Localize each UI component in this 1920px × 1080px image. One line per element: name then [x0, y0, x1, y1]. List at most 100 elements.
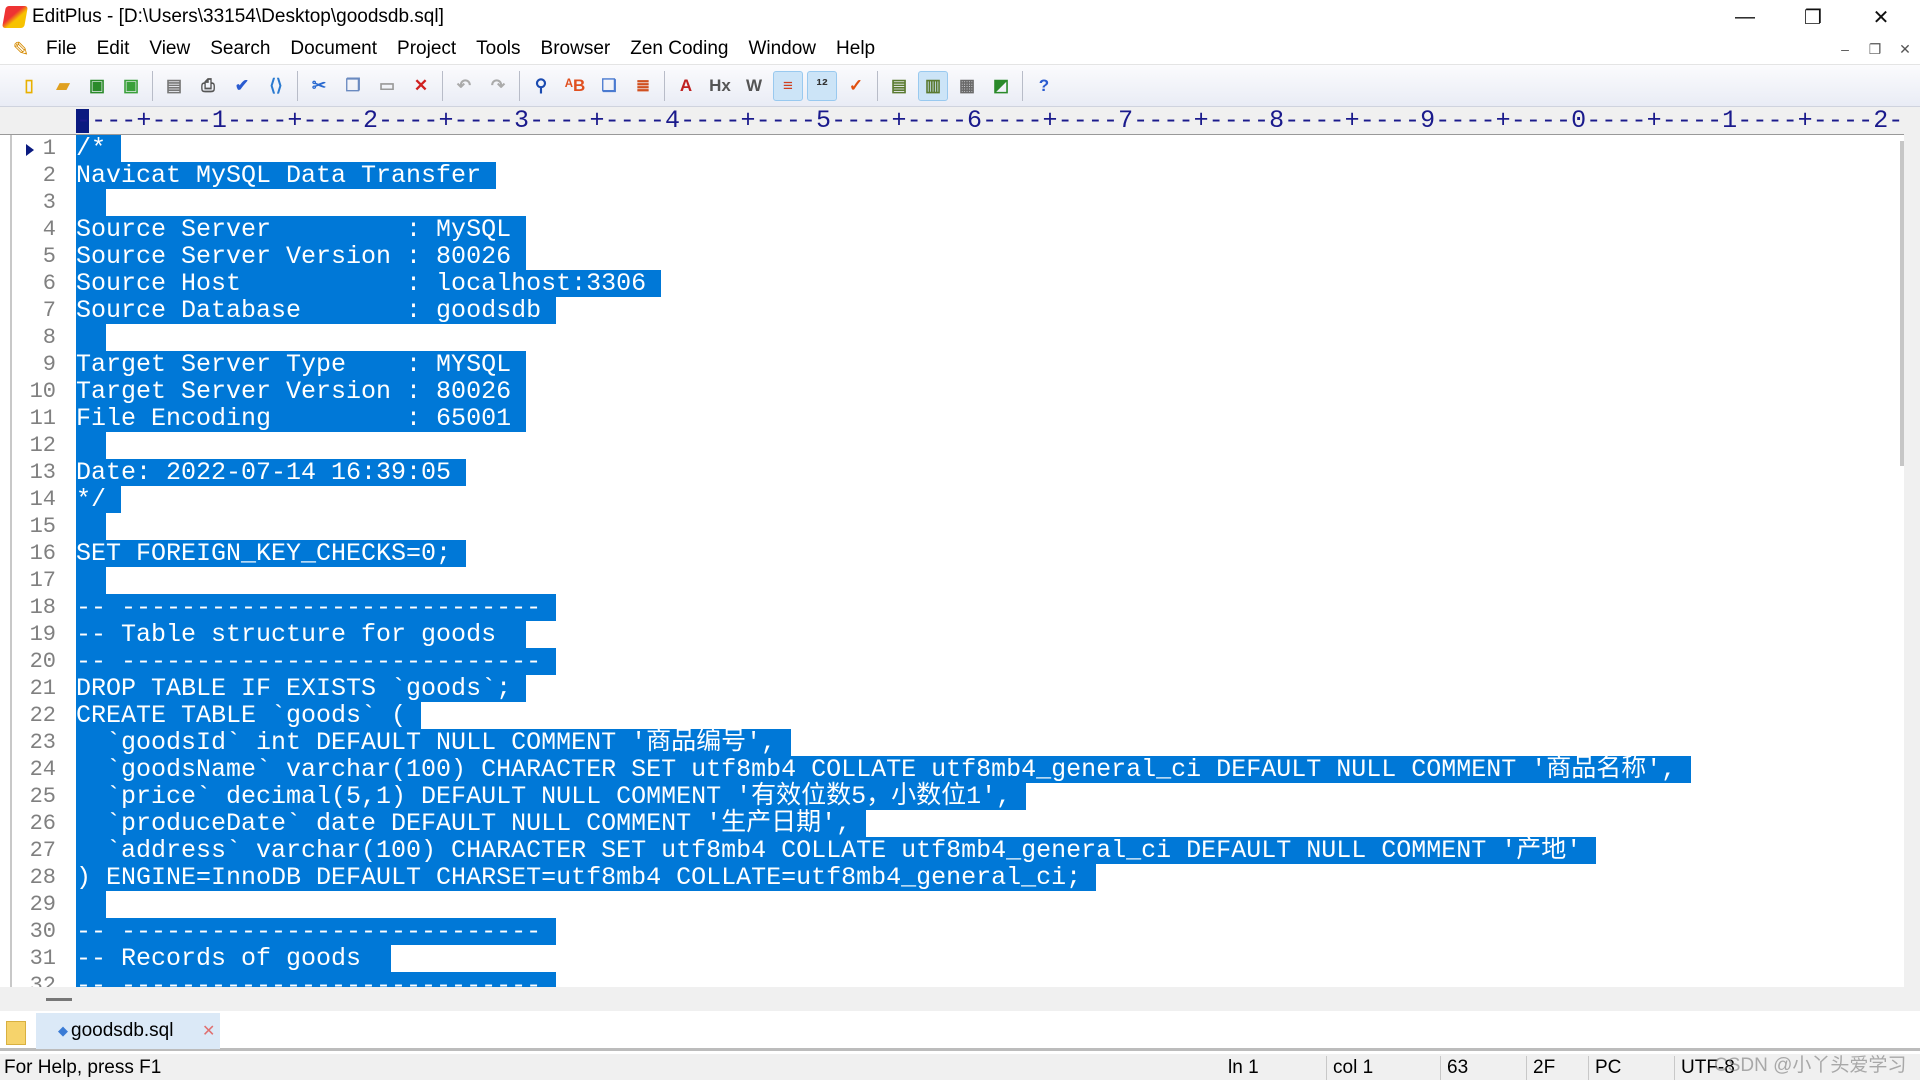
menu-file[interactable]: File	[36, 38, 87, 60]
menu-search[interactable]: Search	[200, 38, 280, 60]
browser-preview-icon[interactable]: ⟨⟩	[261, 71, 291, 101]
menu-zen-coding[interactable]: Zen Coding	[620, 38, 738, 60]
line-number: 20	[29, 649, 56, 674]
line-number-toggle-icon[interactable]: ¹²	[807, 70, 837, 101]
line-number: 7	[42, 298, 56, 323]
code-line[interactable]: -- Records of goods	[76, 945, 392, 972]
fullscreen-icon[interactable]: ◩	[986, 71, 1016, 101]
status-bar: For Help, press F1 ln 1 col 1 63 2F PC U…	[0, 1054, 1920, 1080]
pencil-icon: ✎	[12, 38, 30, 61]
directory-window-icon[interactable]: ▤	[884, 71, 914, 101]
cut-icon[interactable]: ✂	[304, 71, 334, 101]
code-line[interactable]: -- Table structure for goods	[76, 621, 527, 648]
code-line[interactable]	[76, 513, 106, 540]
vertical-scrollbar-thumb[interactable]	[1900, 141, 1904, 466]
cliptext-window-icon[interactable]: ▥	[918, 70, 948, 101]
code-line[interactable]: */	[76, 486, 122, 513]
code-line[interactable]	[76, 891, 106, 918]
help-icon[interactable]: ?	[1029, 71, 1059, 101]
mdi-minimize-button[interactable]: –	[1834, 38, 1856, 60]
menu-window[interactable]: Window	[738, 38, 826, 60]
code-line[interactable]: Source Server : MySQL	[76, 216, 527, 243]
code-line[interactable]: Source Host : localhost:3306	[76, 270, 662, 297]
menu-edit[interactable]: Edit	[87, 38, 140, 60]
vertical-scrollbar[interactable]	[1904, 107, 1920, 987]
code-line[interactable]: SET FOREIGN_KEY_CHECKS=0;	[76, 540, 467, 567]
print-icon[interactable]: ⎙	[193, 71, 223, 101]
menu-project[interactable]: Project	[387, 38, 466, 60]
line-numbers-icon[interactable]: ≣	[628, 71, 658, 101]
menu-view[interactable]: View	[139, 38, 200, 60]
code-line[interactable]: -- ----------------------------	[76, 594, 557, 621]
code-line[interactable]	[76, 567, 106, 594]
code-line[interactable]: CREATE TABLE `goods` (	[76, 702, 422, 729]
font-icon[interactable]: A	[671, 71, 701, 101]
mdi-restore-button[interactable]: ❐	[1864, 38, 1886, 60]
redo-icon[interactable]: ↷	[483, 71, 513, 101]
spell-check-icon[interactable]: ✔	[227, 71, 257, 101]
code-line[interactable]: -- ----------------------------	[76, 648, 557, 675]
save-all-icon[interactable]: ▣	[116, 71, 146, 101]
hex-icon[interactable]: Hx	[705, 71, 735, 101]
word-wrap-icon[interactable]: W	[739, 71, 769, 101]
code-line[interactable]: DROP TABLE IF EXISTS `goods`;	[76, 675, 527, 702]
code-line[interactable]: /*	[76, 135, 122, 162]
code-line[interactable]: `address` varchar(100) CHARACTER SET utf…	[76, 837, 1597, 864]
line-number: 22	[29, 703, 56, 728]
code-line[interactable]: `produceDate` date DEFAULT NULL COMMENT …	[76, 810, 867, 837]
menu-browser[interactable]: Browser	[531, 38, 621, 60]
selected-text	[76, 891, 106, 918]
status-column: col 1	[1326, 1056, 1373, 1080]
code-line[interactable]: Navicat MySQL Data Transfer	[76, 162, 497, 189]
selected-text: -- ----------------------------	[76, 918, 557, 945]
horizontal-scroll-thumb[interactable]	[46, 998, 72, 1001]
window-title: EditPlus - [D:\Users\33154\Desktop\goods…	[32, 6, 444, 27]
document-tab-bar: ◆ goodsdb.sql ✕	[0, 1011, 1920, 1051]
horizontal-scrollbar[interactable]	[0, 987, 1920, 1011]
ruler-icon[interactable]: ≡	[773, 70, 803, 101]
tab-close-icon[interactable]: ✕	[202, 1021, 215, 1041]
code-line[interactable]: -- ----------------------------	[76, 918, 557, 945]
output-window-icon[interactable]: ▦	[952, 71, 982, 101]
tab-goodsdb-sql[interactable]: ◆ goodsdb.sql ✕	[36, 1013, 220, 1049]
replace-icon[interactable]: ᴬB	[560, 71, 590, 101]
selected-text: `address` varchar(100) CHARACTER SET utf…	[76, 837, 1597, 864]
code-line[interactable]: `goodsId` int DEFAULT NULL COMMENT '商品编号…	[76, 729, 792, 756]
toolbar-separator	[1022, 70, 1023, 101]
check-icon[interactable]: ✓	[841, 71, 871, 101]
code-line[interactable]: `price` decimal(5,1) DEFAULT NULL COMMEN…	[76, 783, 1027, 810]
code-line[interactable]: `goodsName` varchar(100) CHARACTER SET u…	[76, 756, 1692, 783]
code-line[interactable]: -- ----------------------------	[76, 972, 557, 987]
code-line[interactable]: Source Database : goodsdb	[76, 297, 557, 324]
copy-icon[interactable]: ❐	[338, 71, 368, 101]
undo-icon[interactable]: ↶	[449, 71, 479, 101]
close-button[interactable]: ✕	[1852, 0, 1910, 34]
paste-icon[interactable]: ▭	[372, 71, 402, 101]
line-number: 27	[29, 838, 56, 863]
folder-icon[interactable]	[6, 1021, 26, 1045]
menu-tools[interactable]: Tools	[466, 38, 530, 60]
find-icon[interactable]: ⚲	[526, 71, 556, 101]
open-icon[interactable]: ▰	[48, 71, 78, 101]
code-line[interactable]: File Encoding : 65001	[76, 405, 527, 432]
code-line[interactable]: Date: 2022-07-14 16:39:05	[76, 459, 467, 486]
menu-document[interactable]: Document	[280, 38, 387, 60]
code-line[interactable]: Source Server Version : 80026	[76, 243, 527, 270]
editor-area[interactable]: 1 2 3 4 5 6 7 8 9 10 11 12 13 14 15 16 17 18 19 20 21 22 23 24 2…	[0, 135, 1904, 987]
print-preview-icon[interactable]: ▤	[159, 71, 189, 101]
ruler-text: ----+----1----+----2----+----3----+----4…	[76, 106, 1904, 135]
minimize-button[interactable]: —	[1716, 0, 1774, 34]
restore-button[interactable]: ❐	[1784, 0, 1842, 34]
code-line[interactable]	[76, 324, 106, 351]
code-line[interactable]: Target Server Type : MYSQL	[76, 351, 527, 378]
find-in-files-icon[interactable]: ❏	[594, 71, 624, 101]
code-line[interactable]: Target Server Version : 80026	[76, 378, 527, 405]
save-icon[interactable]: ▣	[82, 71, 112, 101]
code-line[interactable]	[76, 189, 106, 216]
mdi-close-button[interactable]: ✕	[1894, 38, 1916, 60]
menu-help[interactable]: Help	[826, 38, 885, 60]
delete-icon[interactable]: ✕	[406, 71, 436, 101]
new-file-icon[interactable]: ▯	[14, 71, 44, 101]
code-line[interactable]	[76, 432, 106, 459]
code-line[interactable]: ) ENGINE=InnoDB DEFAULT CHARSET=utf8mb4 …	[76, 864, 1097, 891]
